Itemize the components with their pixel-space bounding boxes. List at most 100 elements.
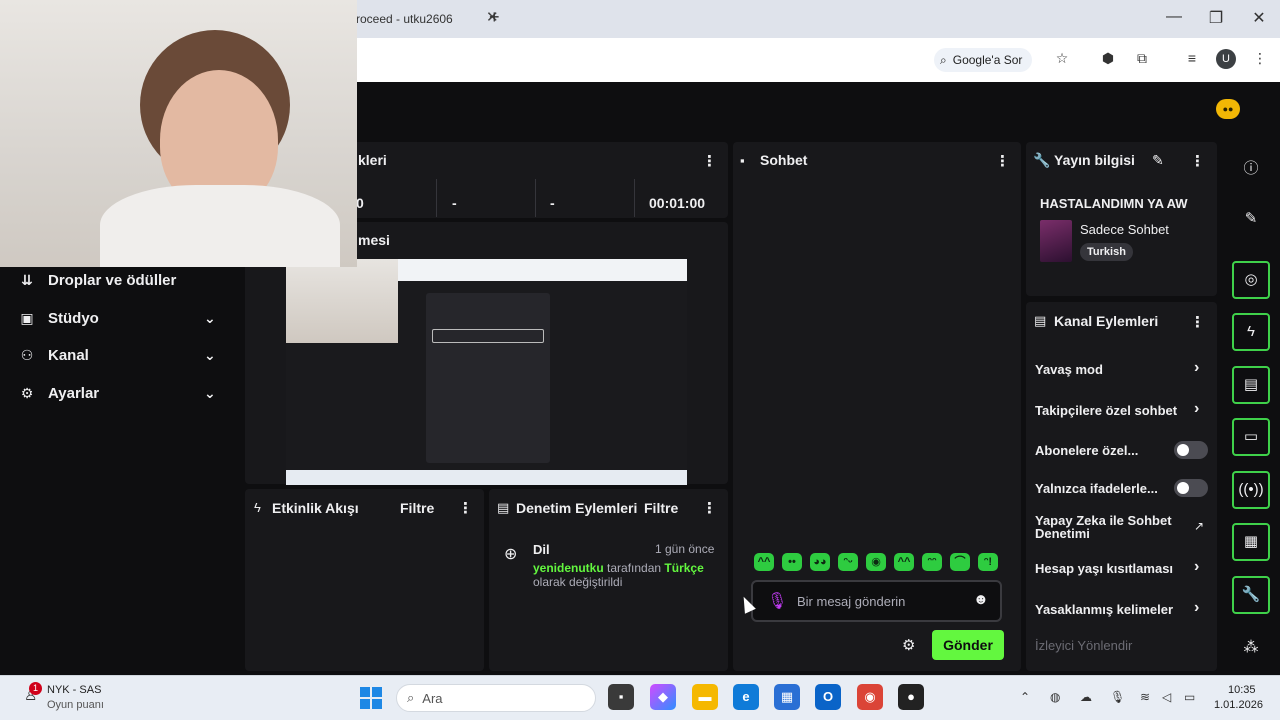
- game-widget-title[interactable]: NYK - SAS: [47, 684, 101, 696]
- emote-button[interactable]: ◉: [866, 553, 886, 571]
- chevron-right-icon[interactable]: ›: [1194, 359, 1199, 377]
- nav-item-drops[interactable]: ⇊ Droplar ve ödüller: [0, 263, 243, 297]
- tray-cloud-icon[interactable]: ☁: [1080, 690, 1092, 704]
- action-raid-viewers: İzleyici Yönlendir: [1035, 638, 1133, 653]
- more-options-icon[interactable]: ⋮: [995, 152, 1010, 170]
- microphone-tray-icon[interactable]: 🎙: [1110, 690, 1125, 704]
- browser-tab-title[interactable]: roceed - utku2606: [356, 12, 453, 26]
- more-options-icon[interactable]: ⋮: [1190, 152, 1205, 170]
- store-icon[interactable]: ▦: [774, 684, 800, 710]
- lightning-icon[interactable]: ϟ: [1232, 313, 1270, 351]
- chat-input-container: 🎙 ☻: [751, 580, 1002, 622]
- category-box-art: [1040, 220, 1072, 262]
- obs-icon[interactable]: ●: [898, 684, 924, 710]
- emote-button[interactable]: ᵔᵕ: [838, 553, 858, 571]
- activity-feed-title: Etkinlik Akışı: [272, 500, 359, 516]
- channel-actions-icon: ▤: [1034, 313, 1047, 328]
- microphone-icon[interactable]: 🎙: [767, 591, 787, 611]
- chat-bubble-icon: ▪: [740, 153, 745, 168]
- chevron-right-icon[interactable]: ›: [1194, 400, 1199, 418]
- folder-icon[interactable]: ▬: [692, 684, 718, 710]
- edge-icon[interactable]: e: [733, 684, 759, 710]
- chat-message-input[interactable]: [797, 591, 967, 611]
- extensions-puzzle-icon[interactable]: ⧉: [1132, 50, 1152, 70]
- action-follower-only[interactable]: Takipçilere özel sohbet: [1035, 403, 1210, 418]
- channel-icon: ⚇: [20, 346, 34, 363]
- tray-app-icon[interactable]: ◍: [1050, 690, 1060, 704]
- browser-menu-icon[interactable]: ⋮: [1250, 50, 1270, 70]
- emote-button[interactable]: ••: [782, 553, 802, 571]
- chevron-right-icon[interactable]: ›: [1194, 558, 1199, 576]
- clock-date[interactable]: 1.01.2026: [1214, 699, 1263, 711]
- ad-break-icon[interactable]: ▦: [1232, 523, 1270, 561]
- stream-preview-video[interactable]: [286, 259, 687, 485]
- add-quick-action-icon[interactable]: ⁂: [1238, 638, 1264, 656]
- broadcast-icon[interactable]: ((•)): [1232, 471, 1270, 509]
- globe-icon: ⊕: [504, 546, 518, 563]
- google-ask-button[interactable]: ⌕ Google'a Sor: [934, 48, 1033, 72]
- stat-value: -: [550, 195, 555, 211]
- more-options-icon[interactable]: ⋮: [702, 499, 717, 517]
- external-link-icon[interactable]: ↗: [1194, 519, 1204, 533]
- copilot-icon[interactable]: ◆: [650, 684, 676, 710]
- minimize-icon[interactable]: —: [1162, 8, 1186, 26]
- emote-button[interactable]: ᵔᵔ: [922, 553, 942, 571]
- clock-time[interactable]: 10:35: [1228, 684, 1256, 696]
- taskbar-search[interactable]: ⌕ Ara: [396, 684, 596, 712]
- nav-item-settings[interactable]: ⚙ Ayarlar ⌄: [0, 376, 243, 410]
- chat-settings-icon[interactable]: ⚙: [902, 636, 915, 654]
- info-icon[interactable]: ⓘ: [1238, 157, 1264, 178]
- wifi-icon[interactable]: ≋: [1140, 690, 1150, 704]
- emoji-picker-icon[interactable]: ☻: [973, 591, 989, 608]
- chat-title: Sohbet: [760, 152, 808, 168]
- edit-pencil-icon[interactable]: ✎: [1152, 152, 1164, 169]
- language-tag[interactable]: Turkish: [1080, 243, 1133, 261]
- emote-only-toggle[interactable]: [1174, 479, 1208, 497]
- chevron-right-icon[interactable]: ›: [1194, 599, 1199, 617]
- more-options-icon[interactable]: ⋮: [458, 499, 473, 517]
- mod-filter-button[interactable]: Filtre: [644, 500, 678, 516]
- emote-button[interactable]: ⌒: [950, 553, 970, 571]
- profile-avatar[interactable]: U: [1216, 49, 1236, 69]
- action-banned-words[interactable]: Yasaklanmış kelimeler: [1035, 602, 1210, 617]
- subscriber-only-toggle[interactable]: [1174, 441, 1208, 459]
- chat-bubble-icon[interactable]: ▭: [1232, 418, 1270, 456]
- window-close-icon[interactable]: ✕: [1247, 8, 1271, 28]
- emote-button[interactable]: ᵔ!: [978, 553, 998, 571]
- clip-capture-icon[interactable]: ◎: [1232, 261, 1270, 299]
- nav-item-studio[interactable]: ▣ Stüdyo ⌄: [0, 301, 243, 335]
- tray-expand-icon[interactable]: ⌃: [1020, 690, 1030, 704]
- action-account-age[interactable]: Hesap yaşı kısıtlaması: [1035, 561, 1210, 576]
- volume-icon[interactable]: ◁: [1162, 690, 1171, 704]
- emote-button[interactable]: ^^: [894, 553, 914, 571]
- emote-button[interactable]: ◕◕: [810, 553, 830, 571]
- action-ai-moderation[interactable]: Yapay Zeka ile Sohbet Denetimi: [1035, 514, 1185, 540]
- stream-title-text: HASTALANDIMN YA AW: [1040, 196, 1188, 211]
- media-control-icon[interactable]: ≡: [1182, 50, 1202, 70]
- mod-entry-user[interactable]: yenidenutku: [533, 561, 604, 575]
- chat-send-button[interactable]: Gönder: [932, 630, 1004, 660]
- webcam-shirt: [100, 185, 340, 267]
- maximize-icon[interactable]: ❐: [1204, 8, 1228, 28]
- windows-start-icon[interactable]: [360, 687, 382, 709]
- more-options-icon[interactable]: ⋮: [702, 152, 717, 170]
- edit-pencil-icon[interactable]: ✎: [1238, 209, 1264, 227]
- battery-icon[interactable]: ▭: [1184, 690, 1195, 704]
- session-timer: 00:01:00: [649, 195, 706, 211]
- notes-icon[interactable]: ▤: [1232, 366, 1270, 404]
- action-slow-mode[interactable]: Yavaş mod: [1035, 362, 1210, 377]
- new-tab-button[interactable]: +: [489, 7, 500, 28]
- nav-item-channel[interactable]: ⚇ Kanal ⌄: [0, 338, 243, 372]
- extension-hex-icon[interactable]: ⬢: [1098, 50, 1118, 70]
- emote-button[interactable]: ^^: [754, 553, 774, 571]
- activity-filter-button[interactable]: Filtre: [400, 500, 434, 516]
- file-explorer-dark-icon[interactable]: ▪: [608, 684, 634, 710]
- outlook-icon[interactable]: O: [815, 684, 841, 710]
- bookmark-star-icon[interactable]: ☆: [1052, 50, 1072, 70]
- wrench-icon[interactable]: 🔧: [1232, 576, 1270, 614]
- stream-category[interactable]: Sadece Sohbet: [1080, 222, 1169, 237]
- bits-badge-icon[interactable]: ●●: [1216, 99, 1240, 119]
- wrench-icon: 🔧: [1033, 152, 1051, 168]
- more-options-icon[interactable]: ⋮: [1190, 313, 1205, 331]
- chrome-icon[interactable]: ◉: [857, 684, 883, 710]
